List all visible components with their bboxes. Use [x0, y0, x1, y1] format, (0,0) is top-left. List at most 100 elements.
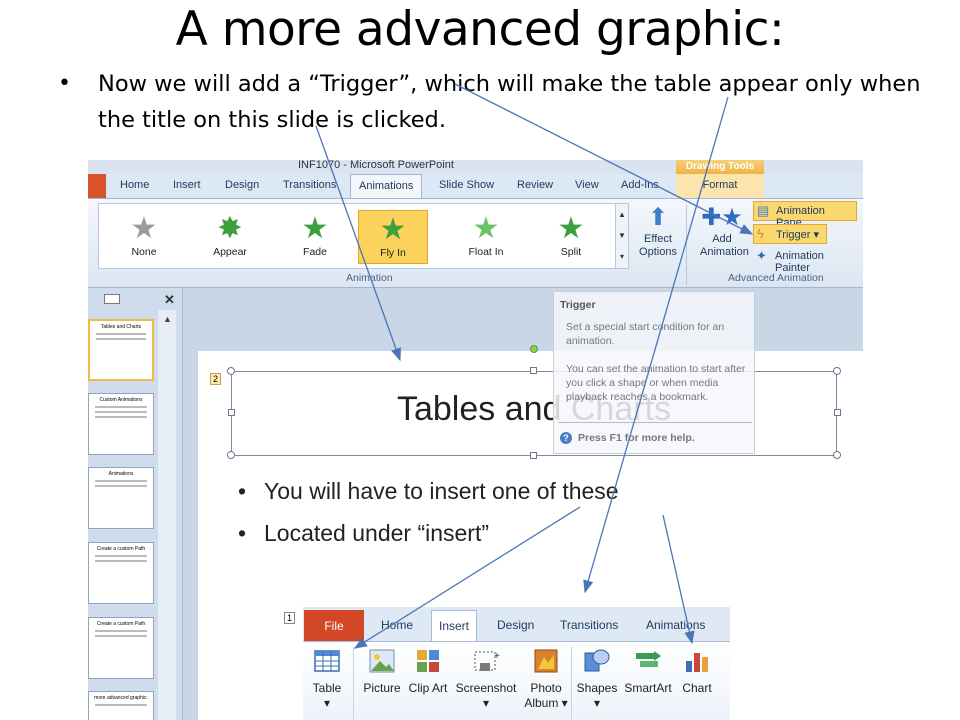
- thumbnail-title: more advanced graphic:: [94, 695, 148, 701]
- tab-view[interactable]: View: [575, 179, 599, 191]
- animation-fly-in[interactable]: ★ Fly In: [358, 210, 428, 264]
- thumbnail-title: Create a custom Path: [96, 621, 146, 627]
- button-label: Screenshot: [455, 681, 517, 695]
- animation-appear[interactable]: ✸ Appear: [195, 210, 265, 264]
- resize-handle[interactable]: [530, 452, 537, 459]
- photo-album-icon: [534, 649, 558, 673]
- animation-gallery: ★ None ✸ Appear ★ Fade ★ Fly In ★ Float …: [98, 203, 626, 269]
- animation-float-in[interactable]: ★ Float In: [451, 210, 521, 264]
- thumbnail-scrollbar[interactable]: ▲: [158, 310, 176, 720]
- animation-label: None: [131, 246, 157, 258]
- animation-painter-label: Animation Painter: [775, 250, 824, 274]
- thumbnail-title: Create a custom Path: [96, 546, 146, 552]
- screenshot-button[interactable]: + Screenshot ▾: [453, 647, 519, 711]
- star-none-icon: ★: [130, 212, 158, 245]
- clip-art-icon: [417, 650, 439, 672]
- animation-label: Float In: [468, 246, 504, 258]
- drawing-tools-label: Drawing Tools: [676, 160, 764, 174]
- shapes-button[interactable]: Shapes ▾: [575, 647, 619, 711]
- slide-thumbnail[interactable]: Tables and Charts: [88, 319, 154, 381]
- outline-tab-icon[interactable]: [104, 294, 120, 304]
- thumbnail-title: Custom Animations: [99, 397, 143, 403]
- resize-handle[interactable]: [227, 451, 235, 459]
- group-label-animation: Animation: [346, 272, 393, 284]
- animation-pane-button[interactable]: ▤ Animation Pane: [753, 201, 857, 229]
- tab-insert[interactable]: Insert: [173, 179, 201, 191]
- tab-animations[interactable]: Animations: [646, 618, 705, 632]
- effect-options-label: Options: [639, 246, 677, 258]
- tab-insert[interactable]: Insert: [431, 610, 478, 642]
- button-label: SmartArt: [624, 681, 672, 695]
- thumbnail-line: [96, 333, 146, 335]
- thumbnail-line: [95, 555, 147, 557]
- animation-fade[interactable]: ★ Fade: [280, 210, 350, 264]
- bullet-text: Located under “insert”: [264, 520, 490, 546]
- animation-label: Fly In: [380, 247, 406, 259]
- slide-bullet: • Now we will add a “Trigger”, which wil…: [58, 66, 938, 138]
- clip-art-button[interactable]: Clip Art: [407, 647, 449, 696]
- tooltip-title: Trigger: [560, 299, 596, 311]
- rotate-handle[interactable]: [530, 345, 538, 353]
- slide-thumbnail[interactable]: Animations: [88, 467, 154, 529]
- scroll-up-icon[interactable]: ▲: [163, 314, 172, 324]
- resize-handle[interactable]: [833, 451, 841, 459]
- thumbnail-line: [95, 406, 147, 408]
- effect-options-label: Effect: [644, 233, 672, 245]
- shapes-icon: [584, 649, 610, 672]
- button-label: Table: [312, 681, 342, 695]
- insert-ribbon-screenshot: File Home Insert Design Transitions Anim…: [283, 607, 730, 720]
- file-tab[interactable]: File: [304, 610, 364, 642]
- slide-thumbnail[interactable]: Create a custom Path: [88, 542, 154, 604]
- thumbnail-title: Tables and Charts: [100, 324, 142, 330]
- slide-thumbnail[interactable]: more advanced graphic:: [88, 691, 154, 720]
- help-icon: ?: [560, 432, 572, 444]
- tab-add-ins[interactable]: Add-Ins: [621, 179, 659, 191]
- smartart-icon: [636, 651, 661, 667]
- trigger-button[interactable]: ϟ Trigger ▾: [753, 224, 827, 244]
- tab-design[interactable]: Design: [225, 179, 259, 191]
- tab-slide-show[interactable]: Slide Show: [439, 179, 494, 191]
- tab-design[interactable]: Design: [497, 618, 534, 632]
- smartart-button[interactable]: SmartArt: [621, 647, 675, 696]
- tab-transitions[interactable]: Transitions: [283, 179, 336, 191]
- picture-button[interactable]: Picture: [361, 647, 403, 696]
- photo-album-button[interactable]: Photo Album ▾: [521, 647, 571, 711]
- thumbnail-line: [95, 635, 147, 637]
- animation-painter-button[interactable]: ✦ Animation Painter: [753, 247, 861, 274]
- animation-none[interactable]: ★ None: [109, 210, 179, 264]
- button-label: Picture: [363, 681, 401, 695]
- resize-handle[interactable]: [833, 367, 841, 375]
- painter-icon: ✦: [756, 248, 767, 263]
- bullet-dot: •: [238, 478, 247, 504]
- slide-bullet-2: • Located under “insert”: [238, 520, 489, 547]
- tab-review[interactable]: Review: [517, 179, 553, 191]
- gallery-scroll[interactable]: ▲ ▼ ▾: [615, 203, 629, 269]
- tooltip-divider: [558, 422, 752, 423]
- tab-animations[interactable]: Animations: [350, 174, 423, 199]
- slide-thumbnail[interactable]: Custom Animations: [88, 393, 154, 455]
- file-tab[interactable]: [88, 174, 106, 198]
- tab-home[interactable]: Home: [381, 618, 413, 632]
- effect-options-button[interactable]: ⬆ Effect Options: [636, 203, 680, 259]
- tab-format[interactable]: Format: [676, 174, 764, 198]
- animation-split[interactable]: ★ Split: [536, 210, 606, 264]
- animation-order-tag: 2: [210, 373, 222, 385]
- slide-thumbnail[interactable]: Create a custom Path: [88, 617, 154, 679]
- thumbnail-line: [95, 416, 147, 418]
- tab-transitions[interactable]: Transitions: [560, 618, 618, 632]
- button-label: Shapes: [576, 681, 618, 695]
- close-icon[interactable]: ✕: [164, 292, 175, 308]
- add-animation-button[interactable]: ✚★ Add Animation: [700, 203, 749, 259]
- tab-home[interactable]: Home: [120, 179, 149, 191]
- thumbnail-line: [95, 630, 147, 632]
- slide-bullet-1: • You will have to insert one of these: [238, 478, 619, 505]
- resize-handle[interactable]: [530, 367, 537, 374]
- trigger-label: Trigger: [776, 229, 811, 241]
- slide-title: A more advanced graphic:: [175, 2, 785, 57]
- resize-handle[interactable]: [227, 367, 235, 375]
- table-button[interactable]: Table ▾: [307, 647, 347, 711]
- tooltip-help: ? Press F1 for more help.: [560, 432, 695, 444]
- bullet-text: You will have to insert one of these: [264, 478, 619, 504]
- bullet-dot: •: [58, 71, 71, 96]
- chart-button[interactable]: Chart: [677, 647, 717, 696]
